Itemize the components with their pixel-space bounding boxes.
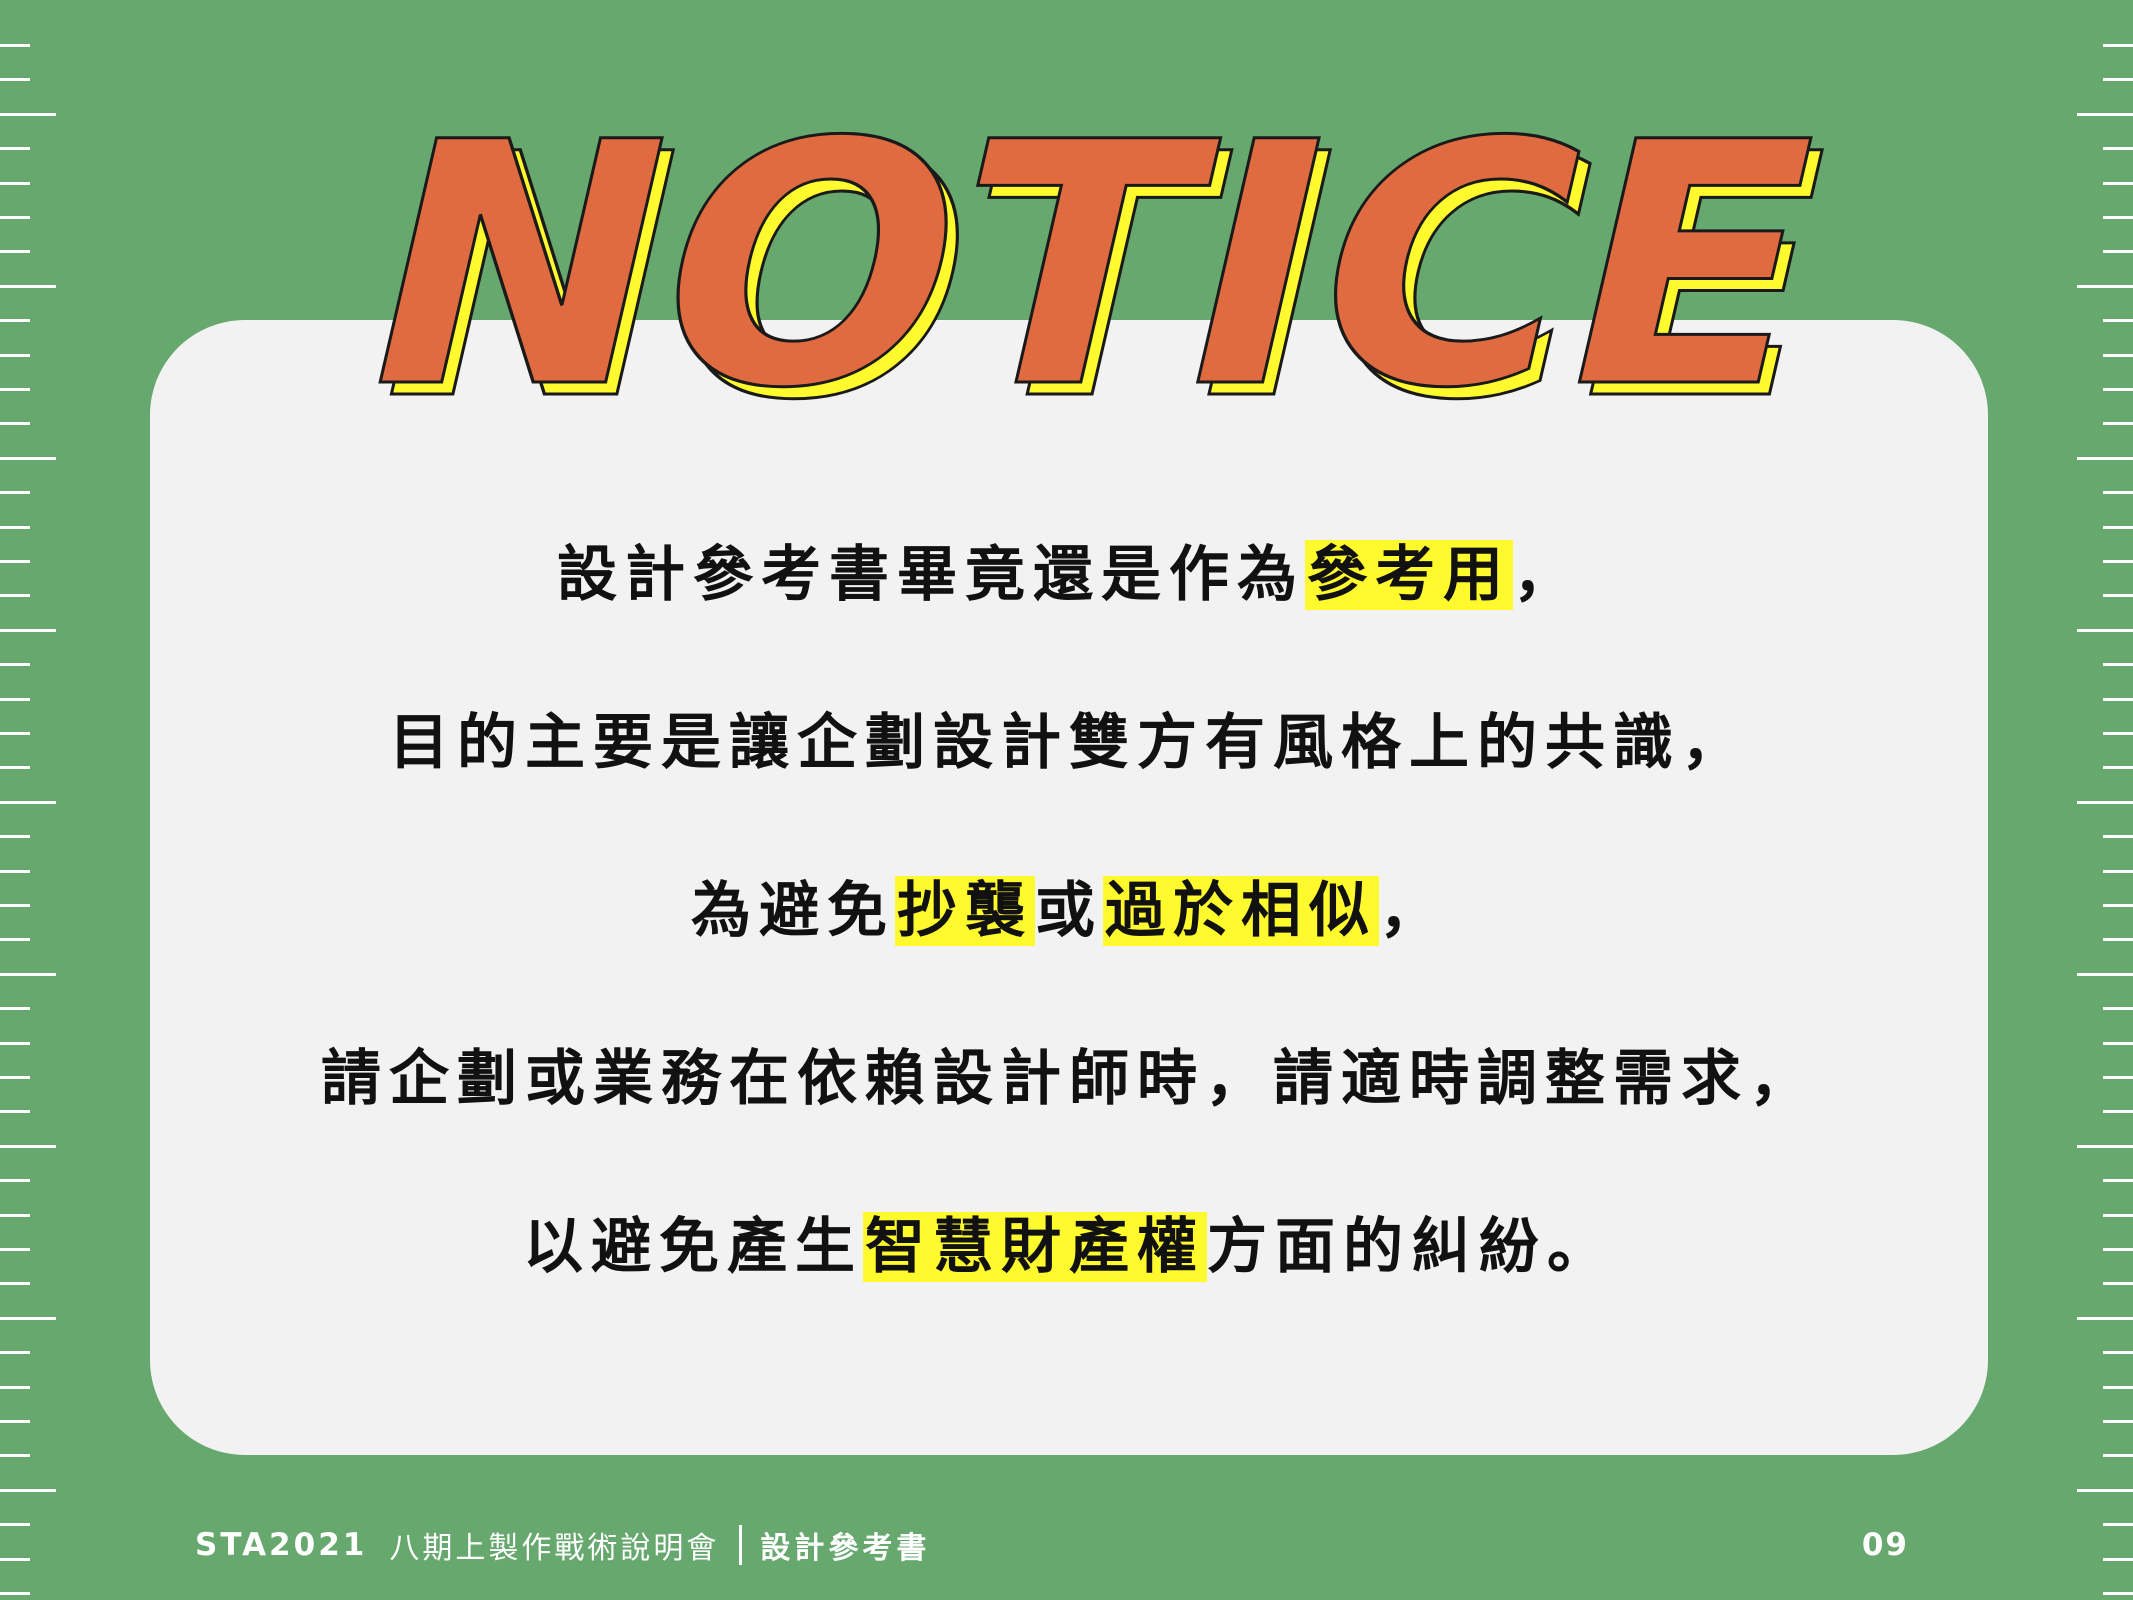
tick-mark [2077, 800, 2133, 804]
tick-mark [2103, 766, 2133, 770]
message-text: 為避免 [691, 876, 895, 946]
tick-mark [2103, 1523, 2133, 1527]
message-text: 設計參考書畢竟還是作為 [557, 540, 1305, 610]
highlighted-text: 參考用 [1305, 540, 1513, 610]
tick-mark [0, 1454, 30, 1458]
message-text: 或 [1035, 876, 1103, 946]
tick-mark [0, 1144, 56, 1148]
tick-mark [0, 1179, 30, 1183]
tick-mark [2077, 1488, 2133, 1492]
tick-mark [2103, 1007, 2133, 1011]
tick-mark [0, 869, 30, 873]
message-line: 目的主要是讓企劃設計雙方有風格上的共識， [150, 698, 1988, 788]
tick-mark [0, 1282, 30, 1286]
message-text: 以避免產生 [523, 1212, 863, 1282]
tick-mark [0, 1557, 30, 1561]
tick-mark [2103, 525, 2133, 529]
footer-brand: STA2021 [195, 1527, 368, 1563]
tick-mark [2103, 1041, 2133, 1045]
tick-mark [0, 1592, 30, 1595]
tick-mark [0, 1385, 30, 1389]
tick-mark [0, 835, 30, 839]
tick-mark [0, 456, 56, 460]
tick-mark [2077, 1144, 2133, 1148]
tick-mark [0, 1420, 30, 1423]
tick-mark [2103, 594, 2133, 598]
tick-mark [2103, 835, 2133, 839]
tick-mark [0, 1213, 30, 1217]
tick-mark [0, 1007, 30, 1011]
tick-mark [0, 1041, 30, 1045]
notice-title-text: NOTICE [330, 72, 1855, 440]
tick-mark [2103, 1179, 2133, 1183]
message-line: 以避免產生智慧財產權方面的糾紛。 [150, 1202, 1988, 1292]
tick-mark [0, 1248, 30, 1251]
tick-mark [2103, 1248, 2133, 1251]
page-number: 09 [1861, 1527, 1909, 1563]
tick-mark [2103, 1557, 2133, 1561]
tick-mark [0, 663, 30, 667]
notice-title: NOTICE NOTICE [0, 0, 2133, 440]
tick-mark [2103, 1592, 2133, 1595]
footer-event-name: 八期上製作戰術說明會 [389, 1531, 720, 1566]
message-line: 設計參考書畢竟還是作為參考用， [150, 530, 1988, 620]
tick-mark [2103, 1076, 2133, 1079]
notice-title-graphic: NOTICE NOTICE [329, 71, 1868, 440]
tick-mark [2103, 663, 2133, 667]
tick-mark [2077, 972, 2133, 976]
tick-mark [2103, 697, 2133, 701]
tick-mark [0, 594, 30, 598]
highlighted-text: 抄襲 [895, 876, 1035, 946]
footer-document-title: 設計參考書 [760, 1531, 931, 1566]
tick-mark [0, 491, 30, 495]
tick-mark [0, 1076, 30, 1079]
tick-mark [0, 972, 56, 976]
tick-mark [2077, 456, 2133, 460]
message-text: 目的主要是讓企劃設計雙方有風格上的共識， [389, 708, 1749, 778]
tick-mark [2103, 1213, 2133, 1217]
tick-mark [2103, 1385, 2133, 1389]
tick-mark [2103, 560, 2133, 563]
tick-mark [2103, 1454, 2133, 1458]
highlighted-text: 智慧財產權 [863, 1212, 1207, 1282]
tick-mark [2103, 1110, 2133, 1114]
message-text: ， [1513, 540, 1581, 610]
tick-mark [2103, 491, 2133, 495]
tick-mark [0, 697, 30, 701]
message-text: 請企劃或業務在依賴設計師時，請適時調整需求， [321, 1044, 1817, 1114]
tick-mark [0, 1110, 30, 1114]
tick-mark [2077, 628, 2133, 632]
tick-mark [0, 732, 30, 735]
message-text: ， [1379, 876, 1447, 946]
tick-mark [0, 525, 30, 529]
tick-mark [2103, 869, 2133, 873]
message-line: 請企劃或業務在依賴設計師時，請適時調整需求， [150, 1034, 1988, 1124]
tick-mark [0, 1351, 30, 1355]
message-line: 為避免抄襲或過於相似， [150, 866, 1988, 956]
tick-mark [2103, 904, 2133, 907]
tick-mark [0, 766, 30, 770]
highlighted-text: 過於相似 [1103, 876, 1379, 946]
tick-mark [2103, 732, 2133, 735]
footer-divider [739, 1525, 743, 1565]
tick-mark [0, 1488, 56, 1492]
notice-message: 設計參考書畢竟還是作為參考用， 目的主要是讓企劃設計雙方有風格上的共識， 為避免抄襲… [150, 530, 1988, 1370]
tick-mark [2103, 1282, 2133, 1286]
tick-mark [0, 938, 30, 942]
tick-mark [2077, 1316, 2133, 1320]
tick-mark [2103, 1351, 2133, 1355]
tick-mark [0, 904, 30, 907]
tick-mark [0, 1523, 30, 1527]
tick-mark [0, 1316, 56, 1320]
tick-mark [0, 560, 30, 563]
tick-mark [2103, 938, 2133, 942]
tick-mark [0, 628, 56, 632]
footer: STA2021 八期上製作戰術說明會 設計參考書 [195, 1523, 930, 1567]
message-text: 方面的糾紛。 [1207, 1212, 1615, 1282]
tick-mark [0, 800, 56, 804]
tick-mark [2103, 1420, 2133, 1423]
